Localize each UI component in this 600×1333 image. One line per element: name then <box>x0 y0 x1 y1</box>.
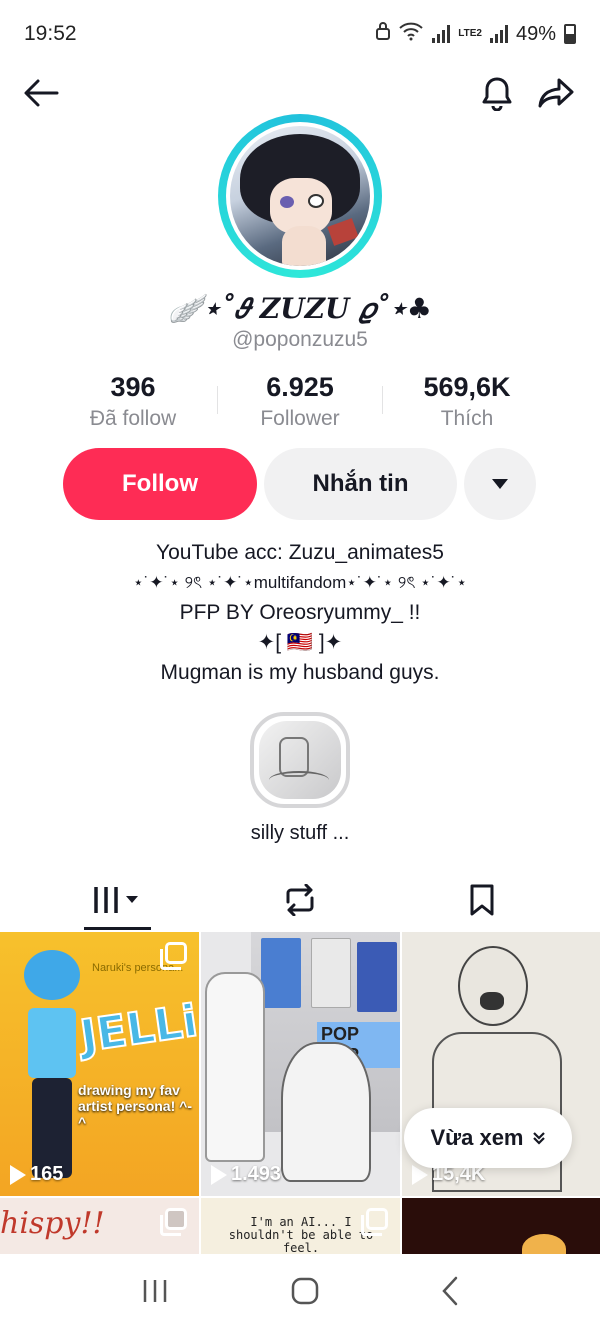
view-count: 165 <box>10 1163 63 1186</box>
status-bar: 19:52 LTE2 49% <box>0 0 600 68</box>
bio-line: Mugman is my husband guys. <box>160 661 440 684</box>
avatar[interactable] <box>218 114 382 278</box>
chevron-left-icon <box>442 1276 458 1306</box>
network-label: LTE2 <box>458 28 482 39</box>
bio-line: ⋆˙✦˙⋆ ୨ৎ ⋆˙✦˙⋆multifandom⋆˙✦˙⋆ ୨ৎ ⋆˙✦˙⋆ <box>133 573 467 592</box>
battery-icon <box>564 24 576 44</box>
arrow-left-icon <box>24 79 59 107</box>
chevron-double-down-icon <box>533 1132 546 1145</box>
wifi-icon <box>398 21 424 47</box>
stat-likes-label: Thích <box>440 407 494 430</box>
home-icon <box>291 1277 319 1305</box>
recent-apps-icon <box>143 1280 167 1302</box>
highlight-silly-stuff[interactable] <box>250 712 350 808</box>
avatar-image <box>230 126 370 266</box>
tab-videos[interactable] <box>17 868 217 932</box>
view-count: 1.493 <box>211 1163 281 1186</box>
stat-likes-value: 569,6K <box>423 372 511 402</box>
follow-button[interactable]: Follow <box>63 448 257 520</box>
message-button[interactable]: Nhắn tin <box>264 448 457 520</box>
stat-followers-label: Follower <box>260 407 340 430</box>
profile-bio: YouTube acc: Zuzu_animates5 ⋆˙✦˙⋆ ୨ৎ ⋆˙✦… <box>0 538 600 688</box>
divider <box>382 386 383 414</box>
stat-following-value: 396 <box>110 372 156 402</box>
character-figure <box>6 938 92 1188</box>
battery-percent: 49% <box>515 22 556 45</box>
divider <box>217 386 218 414</box>
username: @poponzuzu5 <box>232 328 368 351</box>
thumbnail-text: hispy!! <box>0 1206 105 1241</box>
content-tabs <box>0 868 600 932</box>
status-time: 19:52 <box>24 22 77 45</box>
video-grid: Naruki's persona... JELLi! drawing my fa… <box>0 932 600 1254</box>
repost-icon <box>286 884 314 916</box>
video-thumbnail[interactable]: Naruki's persona... JELLi! drawing my fa… <box>0 932 199 1196</box>
bookmark-icon <box>470 884 494 916</box>
highlight-label: silly stuff ... <box>250 822 350 844</box>
status-icons: LTE2 49% <box>376 21 576 47</box>
bio-line: PFP BY Oreosryummy_ !! <box>179 601 421 624</box>
bio-line: ✦[ 🇲🇾 ]✦ <box>257 631 343 654</box>
home-button[interactable] <box>291 1277 319 1310</box>
stat-likes[interactable]: 569,6K Thích <box>384 372 550 431</box>
profile-stats: 396 Đã follow 6.925 Follower 569,6K Thíc… <box>50 372 550 431</box>
stat-following[interactable]: 396 Đã follow <box>50 372 216 431</box>
video-thumbnail[interactable]: hispy!! <box>0 1198 199 1254</box>
multi-photo-icon <box>160 1208 187 1236</box>
bell-icon <box>482 77 512 111</box>
system-nav-bar <box>0 1254 600 1333</box>
stat-followers-value: 6.925 <box>266 372 334 402</box>
tab-favorites[interactable] <box>382 868 582 932</box>
recently-viewed-button[interactable]: Vừa xem <box>404 1108 572 1168</box>
share-button[interactable] <box>535 72 577 114</box>
play-icon <box>211 1164 227 1185</box>
multi-photo-icon <box>361 1208 388 1236</box>
video-thumbnail[interactable] <box>402 1198 600 1254</box>
lock-icon <box>376 22 391 46</box>
caret-down-icon <box>492 479 508 489</box>
video-thumbnail[interactable]: POP POP 1.493 <box>201 932 400 1196</box>
back-button[interactable] <box>20 72 62 114</box>
signal-icon-2 <box>489 25 508 43</box>
recently-viewed-label: Vừa xem <box>430 1125 524 1150</box>
play-icon <box>412 1164 428 1185</box>
top-nav <box>0 68 600 118</box>
more-options-button[interactable] <box>464 448 536 520</box>
play-icon <box>10 1164 26 1185</box>
back-system-button[interactable] <box>441 1276 459 1311</box>
highlight-thumbnail <box>259 721 341 799</box>
thumbnail-title: JELLi! <box>76 992 199 1064</box>
stat-followers[interactable]: 6.925 Follower <box>217 372 383 431</box>
thumbnail-caption: drawing my fav artist persona! ^-^ <box>78 1082 192 1130</box>
notification-button[interactable] <box>476 72 518 114</box>
video-grid-icon <box>94 887 138 913</box>
recent-apps-button[interactable] <box>141 1278 169 1309</box>
stat-following-label: Đã follow <box>89 407 177 430</box>
tab-active-indicator <box>84 927 151 930</box>
profile-actions: Follow Nhắn tin <box>0 448 600 520</box>
multi-photo-icon <box>160 942 187 970</box>
bio-line: YouTube acc: Zuzu_animates5 <box>156 541 444 564</box>
share-icon <box>538 78 574 108</box>
thumbnail-text: I'm an AI... I shouldn't be able to feel… <box>228 1215 374 1255</box>
tab-reposts[interactable] <box>200 868 400 932</box>
display-name: 🪽⋆˚𝜗 ZUZU 𝜚˚⋆♣ <box>168 292 432 325</box>
video-thumbnail[interactable]: I'm an AI... I shouldn't be able to feel… <box>201 1198 400 1254</box>
signal-icon <box>432 25 451 43</box>
